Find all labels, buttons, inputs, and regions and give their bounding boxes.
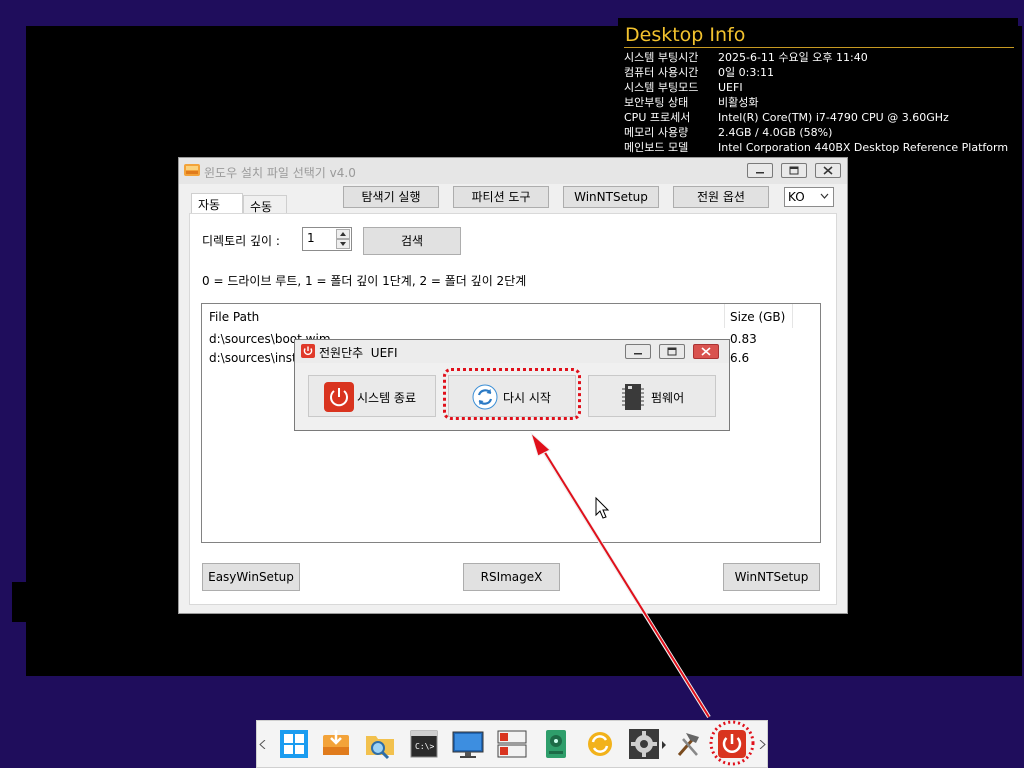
info-row-cpu: CPU 프로세서 Intel(R) Core(TM) i7-4790 CPU @ … [624, 109, 949, 125]
power-app-icon [301, 344, 315, 358]
svg-text:C:\>: C:\> [415, 742, 434, 751]
command-prompt-icon[interactable]: C:\> [407, 727, 441, 761]
maximize-icon [667, 347, 677, 356]
easywinsetup-button[interactable]: EasyWinSetup [202, 563, 300, 591]
tools-hammer-icon[interactable] [671, 727, 705, 761]
tab-auto-label: 자동 [198, 198, 221, 212]
depth-hint: 0 = 드라이브 루트, 1 = 폴더 깊이 1단계, 2 = 폴더 깊이 2단… [202, 274, 527, 288]
info-label: 메모리 사용량 [624, 126, 689, 139]
minimize-icon [756, 172, 764, 174]
info-row-motherboard: 메인보드 모델 Intel Corporation 440BX Desktop R… [624, 139, 1008, 155]
info-value: UEFI [718, 81, 743, 94]
info-value: 0일 0:3:11 [718, 66, 775, 79]
window-titlebar[interactable]: 윈도우 설치 파일 선택기 v4.0 [179, 158, 847, 184]
power-minimize-button[interactable] [625, 344, 651, 359]
app-icon [184, 164, 200, 176]
language-select[interactable]: KO [784, 187, 834, 207]
column-divider[interactable] [792, 304, 793, 328]
info-value: Intel(R) Core(TM) i7-4790 CPU @ 3.60GHz [718, 111, 949, 124]
submenu-arrow-icon [662, 741, 666, 749]
firmware-button[interactable]: 펌웨어 [588, 375, 716, 417]
power-close-button[interactable] [693, 344, 719, 359]
chip-icon [622, 384, 644, 410]
tab-manual-label: 수동 [250, 200, 273, 214]
winntsetup-top-button[interactable]: WinNTSetup [563, 186, 659, 208]
desktop-info-divider [624, 47, 1014, 48]
maximize-button[interactable] [781, 163, 807, 178]
info-value: Intel Corporation 440BX Desktop Referenc… [718, 141, 1009, 154]
installer-app-icon[interactable] [319, 727, 353, 761]
hard-drive-icon[interactable] [539, 727, 573, 761]
firmware-label: 펌웨어 [651, 391, 685, 405]
column-header-path[interactable]: File Path [209, 310, 259, 324]
stepper-up-button[interactable] [336, 229, 350, 239]
stepper-down-button[interactable] [336, 239, 350, 249]
scroll-left-icon[interactable] [259, 740, 266, 749]
minimize-icon [634, 353, 642, 355]
close-icon [701, 347, 711, 356]
depth-label: 디렉토리 깊이 : [202, 234, 280, 248]
taskbar: C:\> [256, 720, 768, 768]
list-header: File Path Size (GB) [202, 304, 820, 328]
info-row-boot-mode: 시스템 부팅모드 UEFI [624, 79, 743, 95]
rsimagex-button[interactable]: RSImageX [463, 563, 560, 591]
info-row-secure-boot: 보안부팅 상태 비활성화 [624, 94, 758, 110]
window-title: 윈도우 설치 파일 선택기 v4.0 [204, 166, 356, 180]
winntsetup-bottom-button[interactable]: WinNTSetup [723, 563, 820, 591]
column-header-size[interactable]: Size (GB) [730, 310, 785, 324]
info-value: 2.4GB / 4.0GB (58%) [718, 126, 833, 139]
power-maximize-button[interactable] [659, 344, 685, 359]
desktop-black-notch [12, 582, 32, 622]
info-value: 2025-6-11 수요일 오후 11:40 [718, 51, 868, 64]
power-dialog-titlebar[interactable]: 전원단추 UEFI [295, 340, 729, 363]
settings-gear-icon[interactable] [627, 727, 661, 761]
power-off-icon [324, 382, 354, 412]
info-label: 시스템 부팅모드 [624, 81, 699, 94]
desktop-info-title: Desktop Info [625, 24, 746, 46]
explorer-button[interactable]: 탐색기 실행 [343, 186, 439, 208]
depth-stepper[interactable]: 1 [302, 227, 352, 251]
monitor-icon[interactable] [451, 727, 485, 761]
maximize-icon [789, 166, 799, 175]
info-label: 컴퓨터 사용시간 [624, 66, 699, 79]
shutdown-label: 시스템 종료 [357, 391, 417, 405]
power-options-button[interactable]: 전원 옵션 [673, 186, 769, 208]
tab-manual[interactable]: 수동 [243, 195, 287, 214]
chevron-down-icon [820, 193, 829, 199]
restart-highlight [443, 368, 581, 420]
power-dialog-title: 전원단추 UEFI [319, 346, 398, 360]
info-value: 비활성화 [718, 96, 759, 109]
sync-icon[interactable] [583, 727, 617, 761]
scroll-right-icon[interactable] [759, 740, 766, 749]
power-button-icon[interactable] [715, 727, 749, 761]
row-size: 6.6 [730, 351, 750, 365]
search-button[interactable]: 검색 [363, 227, 461, 255]
folder-search-icon[interactable] [363, 727, 397, 761]
desktop-info-panel: Desktop Info 시스템 부팅시간 2025-6-11 수요일 오후 11… [618, 18, 1018, 158]
tab-auto[interactable]: 자동 [191, 193, 243, 213]
disk-management-icon[interactable] [495, 727, 529, 761]
arrow-down-icon [340, 242, 346, 246]
info-label: 메인보드 모델 [624, 141, 689, 154]
info-row-uptime: 컴퓨터 사용시간 0일 0:3:11 [624, 64, 774, 80]
info-label: 보안부팅 상태 [624, 96, 689, 109]
info-row-memory: 메모리 사용량 2.4GB / 4.0GB (58%) [624, 124, 832, 140]
shutdown-button[interactable]: 시스템 종료 [308, 375, 436, 417]
close-icon [823, 166, 833, 175]
language-value: KO [788, 190, 805, 204]
close-button[interactable] [815, 163, 841, 178]
info-label: CPU 프로세서 [624, 111, 691, 124]
arrow-up-icon [340, 232, 346, 236]
depth-value: 1 [307, 231, 315, 245]
info-row-boot-time: 시스템 부팅시간 2025-6-11 수요일 오후 11:40 [624, 49, 868, 65]
windows-start-icon[interactable] [277, 727, 311, 761]
partition-tool-button[interactable]: 파티션 도구 [453, 186, 549, 208]
column-divider[interactable] [724, 304, 725, 328]
info-label: 시스템 부팅시간 [624, 51, 699, 64]
minimize-button[interactable] [747, 163, 773, 178]
row-size: 0.83 [730, 332, 757, 346]
